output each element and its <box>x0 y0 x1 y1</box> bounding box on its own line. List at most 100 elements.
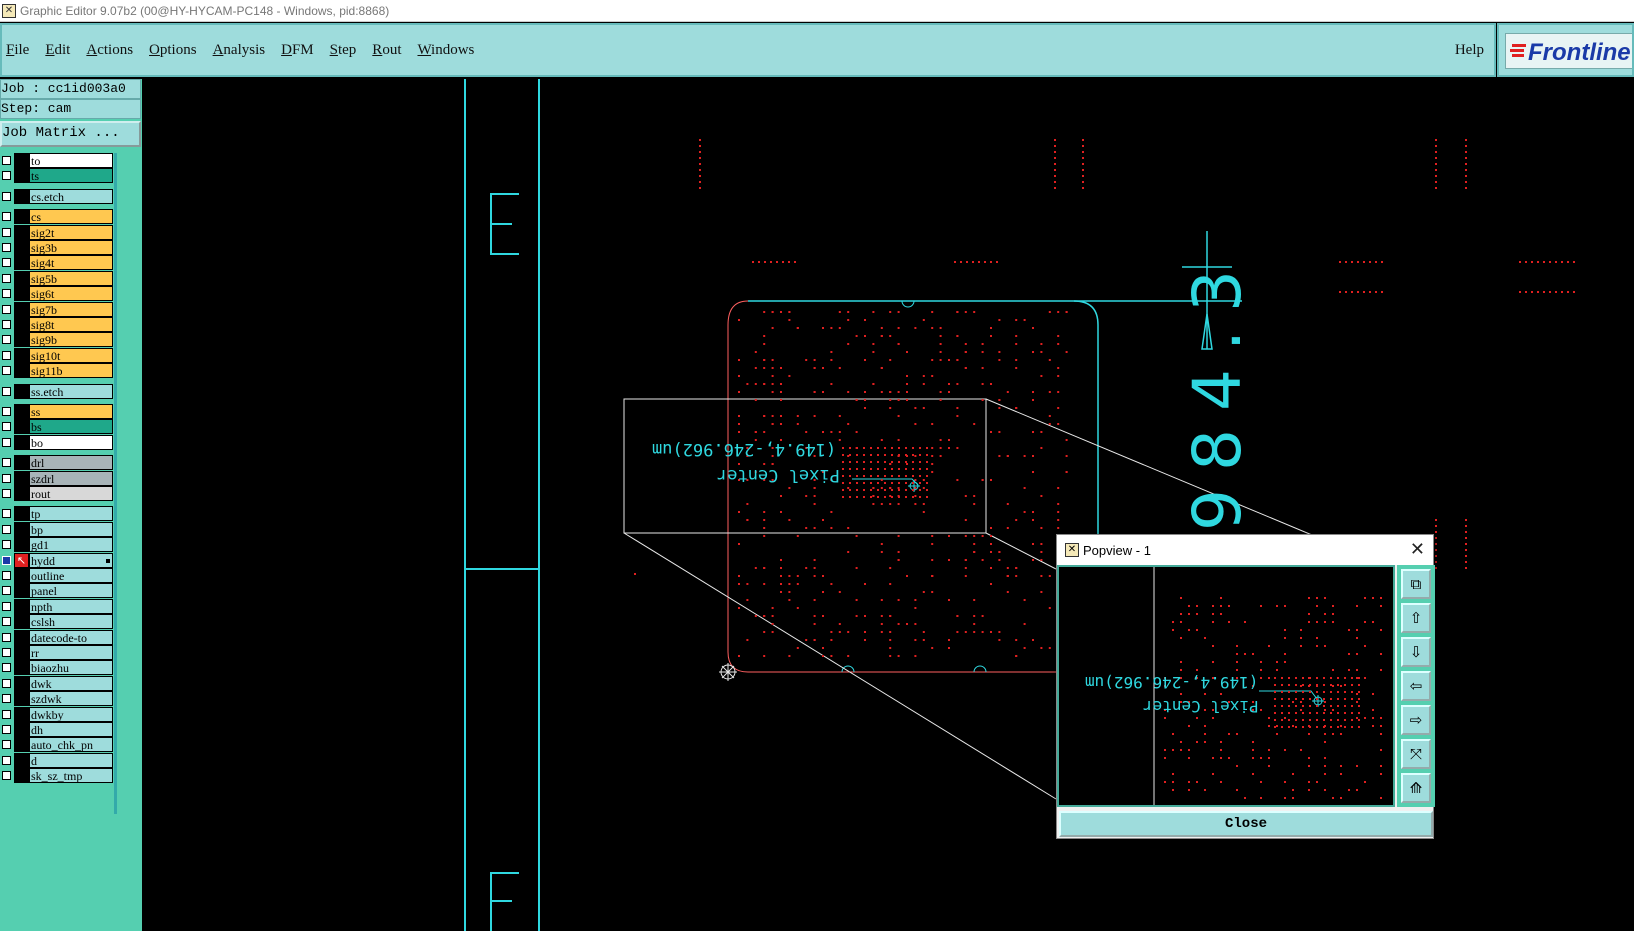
menu-file[interactable]: File <box>6 42 29 59</box>
layer-row-auto_chk_pn[interactable]: auto_chk_pn <box>0 737 113 753</box>
menu-analysis[interactable]: Analysis <box>213 42 266 59</box>
popview-close-button[interactable]: Close <box>1059 811 1433 837</box>
layer-affect-slot[interactable] <box>14 521 29 537</box>
layer-affect-slot[interactable] <box>14 188 29 204</box>
layer-affect-slot[interactable] <box>14 255 29 271</box>
layer-affect-slot[interactable] <box>14 317 29 332</box>
layer-checkbox[interactable] <box>2 458 11 468</box>
layer-affect-slot[interactable] <box>14 240 29 255</box>
layer-checkbox[interactable] <box>2 386 11 396</box>
layer-name[interactable]: ts <box>29 168 113 184</box>
layer-checkbox[interactable] <box>2 335 11 345</box>
layer-affect-slot[interactable] <box>14 455 29 471</box>
layer-row-gd1[interactable]: gd1 <box>0 537 113 553</box>
layer-name[interactable]: sig4t <box>29 255 113 271</box>
layer-row-ss[interactable]: ss <box>0 404 113 419</box>
layer-name[interactable]: cs.etch <box>29 188 113 204</box>
layer-checkbox[interactable] <box>2 191 11 201</box>
layer-row-hydd[interactable]: ↖ hydd <box>0 552 113 568</box>
layer-name[interactable]: cs <box>29 209 113 225</box>
layer-name[interactable]: sig10t <box>29 347 113 363</box>
layer-name[interactable]: auto_chk_pn <box>29 737 113 753</box>
layer-checkbox[interactable] <box>2 524 11 534</box>
layer-affect-slot[interactable] <box>14 660 29 676</box>
zoom-home-icon[interactable]: ⟰ <box>1401 773 1431 803</box>
layer-affect-slot[interactable] <box>14 706 29 722</box>
layer-row-ts[interactable]: ts <box>0 168 113 184</box>
layer-checkbox[interactable] <box>2 755 11 765</box>
layer-affect-slot[interactable] <box>14 270 29 286</box>
layer-affect-slot[interactable] <box>14 301 29 317</box>
pan-down-icon[interactable]: ⇩ <box>1401 637 1431 667</box>
layer-affect-slot[interactable] <box>14 691 29 707</box>
layer-row-npth[interactable]: npth <box>0 598 113 614</box>
menu-rout[interactable]: Rout <box>372 42 401 59</box>
layer-row-szdwk[interactable]: szdwk <box>0 691 113 707</box>
layer-name[interactable]: bs <box>29 419 113 435</box>
layer-name[interactable]: rr <box>29 645 113 660</box>
layer-checkbox[interactable] <box>2 407 11 416</box>
layer-name[interactable]: sig9b <box>29 332 113 348</box>
layer-name[interactable]: sig5b <box>29 270 113 286</box>
layer-checkbox[interactable] <box>2 212 11 222</box>
layer-affect-slot[interactable] <box>14 645 29 660</box>
layer-affect-slot[interactable] <box>14 209 29 225</box>
layer-checkbox[interactable] <box>2 273 11 283</box>
menu-actions[interactable]: Actions <box>86 42 133 59</box>
pan-up-icon[interactable]: ⇧ <box>1401 603 1431 633</box>
layer-checkbox[interactable] <box>2 648 11 657</box>
layer-checkbox[interactable] <box>2 258 11 268</box>
layer-checkbox[interactable] <box>2 304 11 314</box>
layer-row-sig10t[interactable]: sig10t <box>0 347 113 363</box>
layer-checkbox[interactable] <box>2 771 11 781</box>
layer-row-rout[interactable]: rout <box>0 486 113 501</box>
layer-row-sig3b[interactable]: sig3b <box>0 240 113 255</box>
layer-checkbox[interactable] <box>2 586 11 596</box>
layer-row-to[interactable]: to <box>0 153 113 168</box>
layer-checkbox[interactable] <box>2 509 11 519</box>
layer-checkbox[interactable] <box>2 632 11 642</box>
layer-name[interactable]: szdwk <box>29 691 113 707</box>
layer-affect-slot[interactable] <box>14 722 29 737</box>
layer-row-d[interactable]: d <box>0 752 113 768</box>
layer-row-sig9b[interactable]: sig9b <box>0 332 113 348</box>
layer-name[interactable]: szdrl <box>29 470 113 486</box>
layer-affect-slot[interactable] <box>14 332 29 348</box>
layer-affect-slot[interactable] <box>14 583 29 599</box>
layer-name[interactable]: dwk <box>29 675 113 691</box>
layer-row-panel[interactable]: panel <box>0 583 113 599</box>
layer-row-sig8t[interactable]: sig8t <box>0 317 113 332</box>
layer-name[interactable]: sig2t <box>29 224 113 240</box>
close-icon[interactable]: ✕ <box>1410 539 1425 560</box>
layer-checkbox[interactable] <box>2 709 11 719</box>
layer-checkbox[interactable] <box>2 289 11 299</box>
layer-name[interactable]: datecode-to <box>29 629 113 645</box>
layer-checkbox[interactable] <box>2 473 11 483</box>
layer-checkbox[interactable] <box>2 156 11 165</box>
layer-checkbox[interactable] <box>2 571 11 580</box>
layer-row-bp[interactable]: bp <box>0 521 113 537</box>
layer-row-bs[interactable]: bs <box>0 419 113 435</box>
layer-affect-slot[interactable] <box>14 224 29 240</box>
layer-checkbox[interactable] <box>2 489 11 498</box>
layer-affect-slot[interactable] <box>14 598 29 614</box>
layer-name[interactable]: panel <box>29 583 113 599</box>
layer-name[interactable]: npth <box>29 598 113 614</box>
zoom-fit-icon[interactable]: ⤧ <box>1401 739 1431 769</box>
layer-affect-slot[interactable] <box>14 629 29 645</box>
layer-affect-slot[interactable] <box>14 486 29 501</box>
layer-row-datecode-to[interactable]: datecode-to <box>0 629 113 645</box>
layer-row-drl[interactable]: drl <box>0 455 113 471</box>
layer-checkbox[interactable] <box>2 320 11 329</box>
layer-name[interactable]: biaozhu <box>29 660 113 676</box>
layer-affect-slot[interactable] <box>14 568 29 583</box>
layer-name[interactable]: sig3b <box>29 240 113 255</box>
layer-checkbox[interactable] <box>2 227 11 237</box>
layer-row-cs.etch[interactable]: cs.etch <box>0 188 113 204</box>
layer-row-dh[interactable]: dh <box>0 722 113 737</box>
job-matrix-button[interactable]: Job Matrix ... <box>0 121 141 147</box>
layer-affect-slot[interactable] <box>14 286 29 302</box>
layer-affect-slot[interactable] <box>14 383 29 399</box>
layer-affect-slot[interactable] <box>14 537 29 553</box>
layer-row-sk_sz_tmp[interactable]: sk_sz_tmp <box>0 768 113 784</box>
